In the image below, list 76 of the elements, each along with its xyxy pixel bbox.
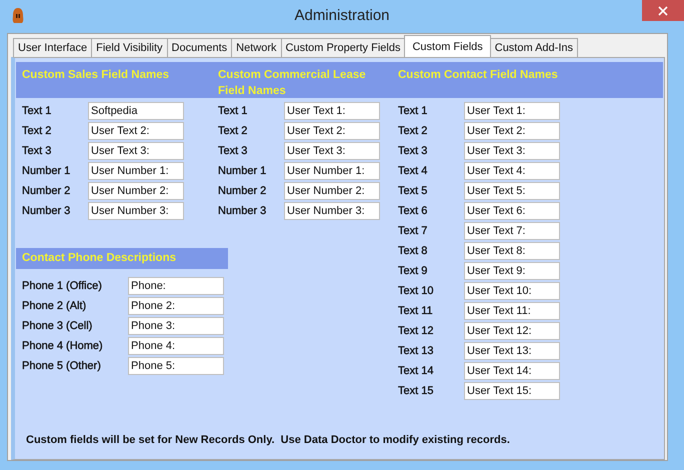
field-label: Text 2 <box>22 125 52 137</box>
input-field[interactable]: User Number 1: <box>284 162 380 180</box>
input-field[interactable]: User Text 5: <box>464 182 560 200</box>
field-label: Text 8 <box>398 245 428 257</box>
field-label: Text 3 <box>398 145 428 157</box>
input-field[interactable]: User Number 1: <box>88 162 184 180</box>
close-button[interactable] <box>642 0 684 21</box>
field-label: Text 5 <box>398 185 428 197</box>
tab[interactable]: User Interface <box>13 38 92 57</box>
input-field[interactable]: User Text 2: <box>284 122 380 140</box>
field-label: Text 2 <box>218 125 248 137</box>
field-label: Text 1 <box>218 105 248 117</box>
field-label: Text 14 <box>398 365 434 377</box>
input-field[interactable]: User Number 2: <box>88 182 184 200</box>
input-field[interactable]: User Text 1: <box>464 102 560 120</box>
input-field[interactable]: User Text 11: <box>464 302 560 320</box>
section-heading: Custom Contact Field Names <box>398 68 558 83</box>
field-label: Text 11 <box>398 305 434 317</box>
input-field[interactable]: User Text 9: <box>464 262 560 280</box>
input-field[interactable]: User Text 15: <box>464 382 560 400</box>
tab[interactable]: Custom Add-Ins <box>490 38 578 57</box>
input-field[interactable]: User Text 8: <box>464 242 560 260</box>
input-field[interactable]: User Text 3: <box>284 142 380 160</box>
field-label: Text 7 <box>398 225 428 237</box>
field-label: Text 10 <box>398 285 434 297</box>
field-label: Number 1 <box>218 165 268 177</box>
field-label: Text 3 <box>218 145 248 157</box>
input-field[interactable]: Phone 3: <box>128 317 224 335</box>
input-field[interactable]: User Text 4: <box>464 162 560 180</box>
input-field[interactable]: User Text 12: <box>464 322 560 340</box>
field-label: Phone 1 (Office) <box>22 280 103 292</box>
input-field[interactable]: User Text 3: <box>88 142 184 160</box>
field-label: Number 2 <box>22 185 72 197</box>
input-field[interactable]: User Text 1: <box>284 102 380 120</box>
field-label: Phone 3 (Cell) <box>22 320 94 332</box>
input-field[interactable]: Phone 4: <box>128 337 224 355</box>
field-label: Text 1 <box>22 105 52 117</box>
field-label: Text 2 <box>398 125 428 137</box>
input-field[interactable]: User Text 10: <box>464 282 560 300</box>
input-field[interactable]: User Number 3: <box>284 202 380 220</box>
input-field[interactable]: Softpedia <box>88 102 184 120</box>
section-heading: Custom Sales Field Names <box>22 68 170 83</box>
field-label: Number 3 <box>218 205 268 217</box>
app-icon <box>11 7 25 25</box>
input-field[interactable]: User Text 3: <box>464 142 560 160</box>
field-label: Text 9 <box>398 265 428 277</box>
field-label: Text 3 <box>22 145 52 157</box>
field-label: Phone 2 (Alt) <box>22 300 88 312</box>
tab[interactable]: Custom Fields <box>404 35 491 57</box>
section-heading: Contact Phone Descriptions <box>16 248 228 269</box>
section-heading: Custom Commercial Lease Field Names <box>218 68 367 99</box>
input-field[interactable]: User Text 2: <box>88 122 184 140</box>
input-field[interactable]: Phone: <box>128 277 224 295</box>
input-field[interactable]: User Text 13: <box>464 342 560 360</box>
field-label: Number 3 <box>22 205 72 217</box>
field-label: Text 15 <box>398 385 434 397</box>
input-field[interactable]: Phone 2: <box>128 297 224 315</box>
field-label: Text 1 <box>398 105 428 117</box>
input-field[interactable]: Phone 5: <box>128 357 224 375</box>
input-field[interactable]: User Number 3: <box>88 202 184 220</box>
field-label: Text 6 <box>398 205 428 217</box>
field-label: Text 13 <box>398 345 434 357</box>
field-label: Number 1 <box>22 165 72 177</box>
field-label: Number 2 <box>218 185 268 197</box>
close-icon <box>658 6 668 16</box>
field-label: Phone 4 (Home) <box>22 340 104 352</box>
input-field[interactable]: User Text 7: <box>464 222 560 240</box>
field-label: Phone 5 (Other) <box>22 360 102 372</box>
field-label: Text 4 <box>398 165 428 177</box>
note-text: Custom fields will be set for New Records Only. Use Data Doctor to modify existing records. <box>26 434 511 446</box>
field-label: Text 12 <box>398 325 434 337</box>
input-field[interactable]: User Text 2: <box>464 122 560 140</box>
input-field[interactable]: User Text 6: <box>464 202 560 220</box>
input-field[interactable]: User Text 14: <box>464 362 560 380</box>
input-field[interactable]: User Number 2: <box>284 182 380 200</box>
window-title: Administration <box>293 7 391 24</box>
